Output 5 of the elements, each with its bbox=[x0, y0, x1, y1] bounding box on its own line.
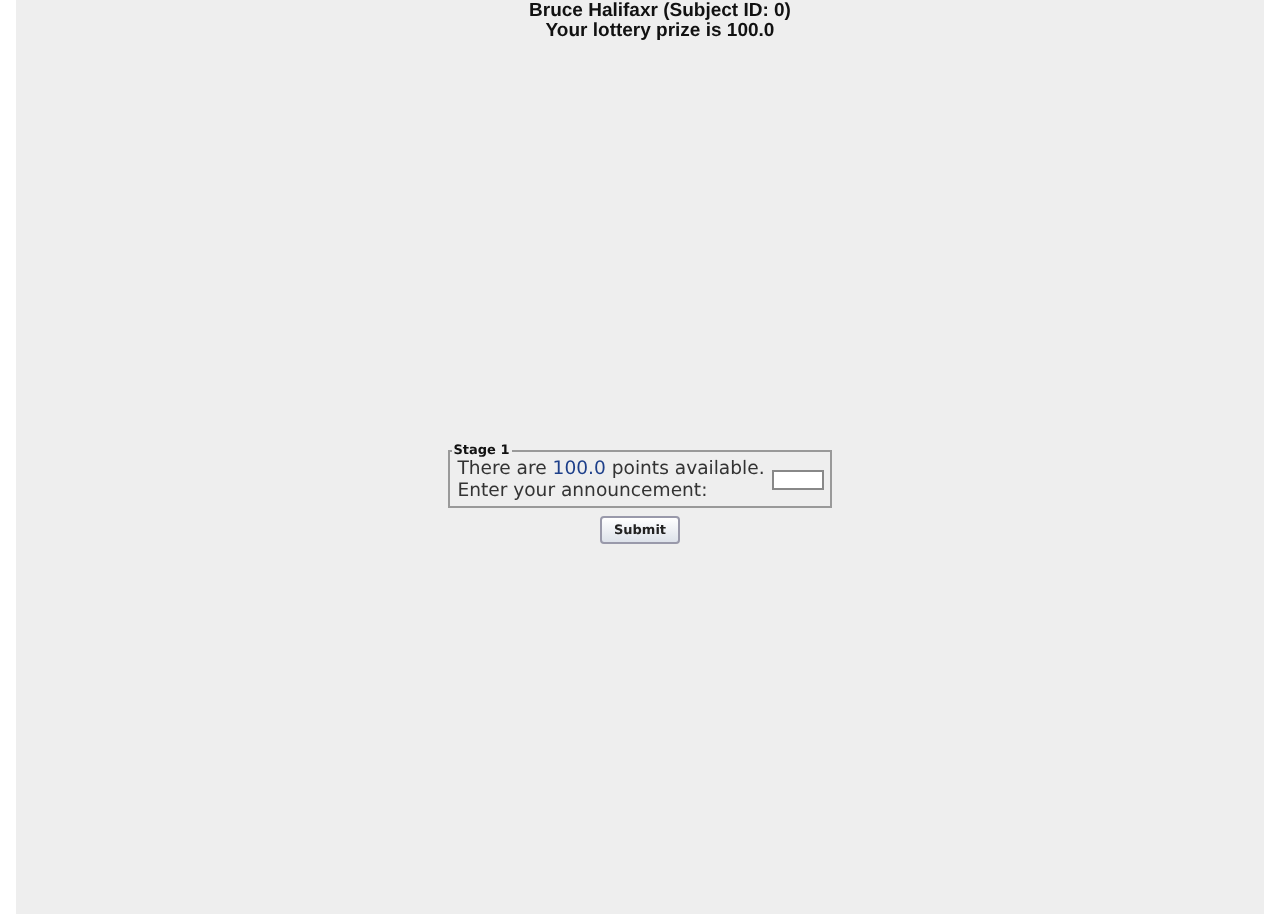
prize-line: Your lottery prize is 100.0 bbox=[545, 22, 775, 42]
announcement-prompt: Enter your announcement: bbox=[457, 480, 710, 502]
announcement-field[interactable] bbox=[772, 469, 825, 489]
subject-line: Bruce Halifaxr (Subject ID: 0) bbox=[529, 2, 791, 22]
points-sentence: There are 100.0 points available. bbox=[457, 458, 765, 480]
